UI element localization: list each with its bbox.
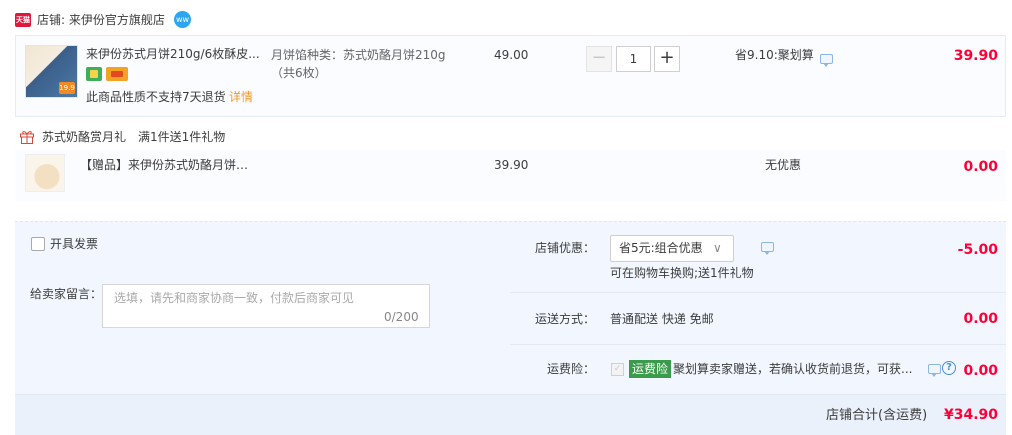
- product-sku-count: （共6枚）: [271, 66, 327, 80]
- shipping-method: 普通配送 快递 免邮: [610, 312, 714, 326]
- promotion-info-icon[interactable]: [820, 54, 833, 67]
- shop-discount-hint: 可在购物车换购;送1件礼物: [610, 266, 754, 280]
- gift-title[interactable]: 【赠品】来伊份苏式奶酪月饼2...: [80, 157, 252, 174]
- gift-thumbnail[interactable]: [25, 154, 65, 192]
- shop-discount-amount: -5.00: [957, 242, 998, 258]
- gift-unit-price: 39.90: [494, 158, 529, 172]
- details-link[interactable]: 详情: [229, 89, 253, 105]
- shipping-amount: 0.00: [963, 311, 998, 327]
- shop-total-amount: ¥34.90: [943, 407, 998, 423]
- service-guarantee-icon[interactable]: [86, 67, 102, 81]
- discount-info-icon[interactable]: [761, 242, 774, 255]
- product-sku: 月饼馅种类：苏式奶酪月饼210g: [271, 48, 446, 62]
- chevron-down-icon[interactable]: ∨: [713, 240, 722, 256]
- gift-subtotal: 0.00: [963, 159, 998, 175]
- tmall-badge: 天猫: [15, 13, 31, 27]
- message-placeholder: 选填，请先和商家协商一致，付款后商家可见: [114, 291, 355, 305]
- divider: [510, 292, 1006, 293]
- shop-total-label: 店铺合计(含运费): [826, 408, 928, 423]
- wangwang-chat-icon[interactable]: ww: [174, 11, 191, 28]
- item-subtotal: 39.90: [953, 48, 998, 64]
- gift-promotion-title: 苏式奶酪赏月礼 满1件送1件礼物: [42, 130, 226, 144]
- product-thumbnail[interactable]: 19.9: [25, 45, 78, 98]
- quantity-decrease-button[interactable]: −: [586, 46, 612, 72]
- insurance-description: 聚划算卖家赠送，若确认收货前退货，可获...: [673, 362, 913, 376]
- insurance-checkbox[interactable]: ✓: [611, 363, 624, 376]
- shop-name[interactable]: 店铺: 来伊份官方旗舰店: [37, 11, 165, 29]
- message-char-count: 0/200: [384, 310, 419, 324]
- insurance-amount: 0.00: [963, 363, 998, 379]
- credit-card-icon[interactable]: [106, 67, 128, 81]
- insurance-label: 运费险：: [547, 362, 596, 376]
- item-promotion: 省9.10:聚划算: [735, 48, 814, 62]
- divider: [510, 344, 1006, 345]
- quantity-input[interactable]: 1: [616, 46, 651, 72]
- invoice-label[interactable]: 开具发票: [50, 236, 98, 252]
- message-label: 给卖家留言：: [30, 287, 103, 301]
- insurance-badge: 运费险: [629, 360, 672, 378]
- shipping-label: 运送方式：: [535, 312, 596, 326]
- insurance-info-icon[interactable]: [928, 364, 941, 377]
- quantity-increase-button[interactable]: +: [654, 46, 680, 72]
- product-title[interactable]: 来伊份苏式月饼210g/6枚酥皮...: [86, 46, 264, 63]
- shop-discount-selected[interactable]: 省5元:组合优惠: [619, 240, 703, 256]
- gift-icon: [20, 131, 34, 144]
- unit-price: 49.00: [494, 48, 529, 62]
- help-icon[interactable]: ?: [942, 361, 956, 375]
- no-return-notice: 此商品性质不支持7天退货: [86, 90, 226, 104]
- gift-promotion: 无优惠: [765, 158, 802, 172]
- shop-discount-label: 店铺优惠：: [535, 241, 596, 255]
- invoice-checkbox[interactable]: [31, 237, 45, 251]
- thumbnail-price-tag: 19.9: [59, 82, 75, 94]
